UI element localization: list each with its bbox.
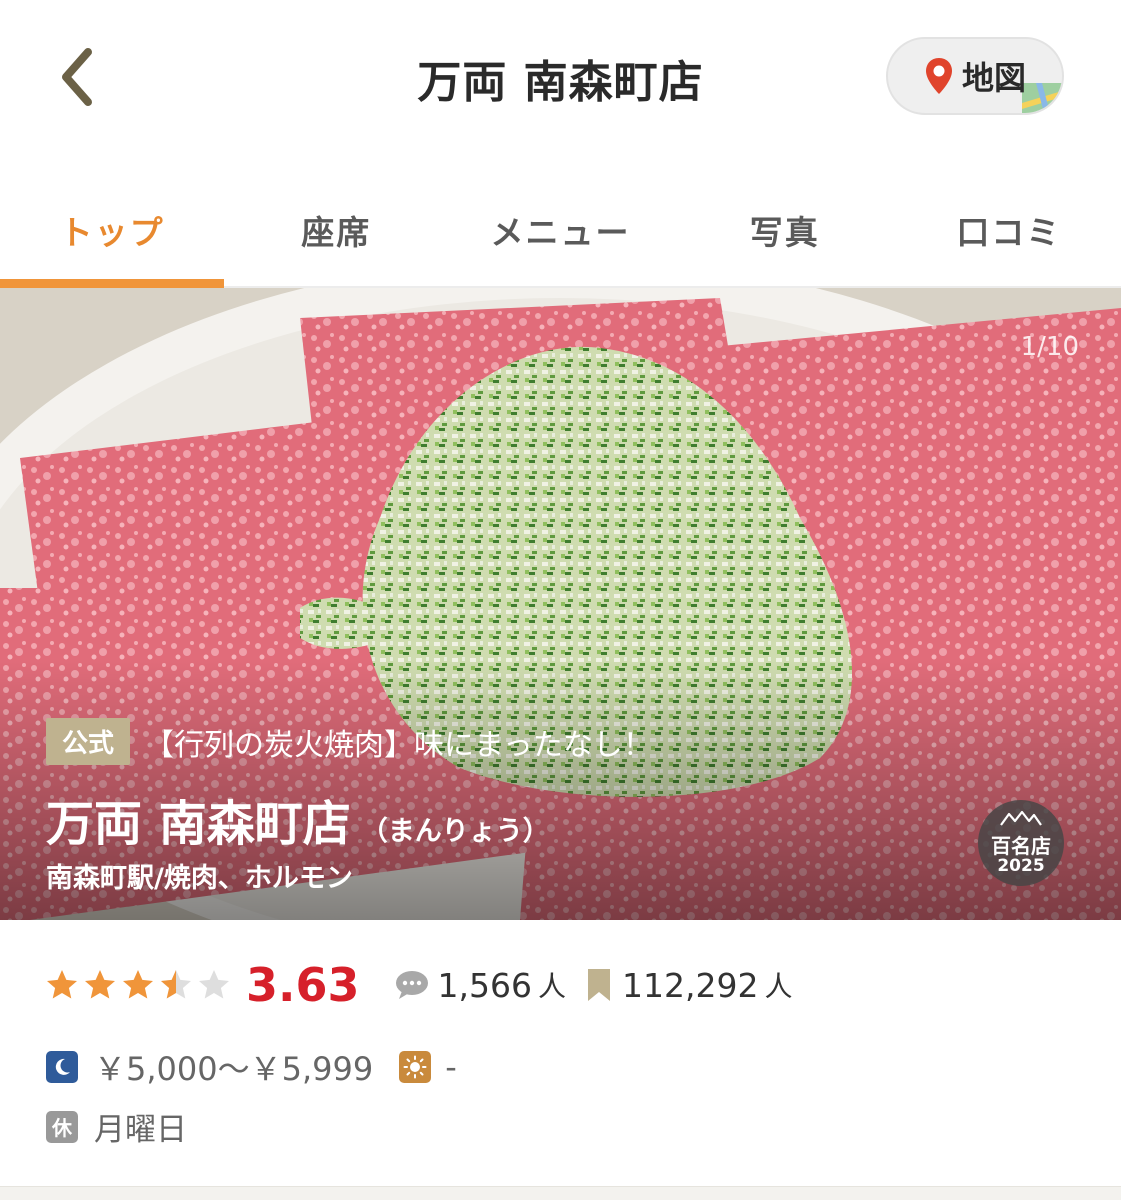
bookmark-count[interactable]: 112,292 人 bbox=[586, 965, 792, 1005]
restaurant-name: 万両 南森町店 （まんりょう） bbox=[46, 784, 550, 854]
sun-icon bbox=[399, 1051, 432, 1083]
restaurant-name-text: 万両 南森町店 bbox=[46, 796, 351, 852]
star-rating bbox=[44, 967, 232, 1003]
map-thumbnail-icon bbox=[1022, 83, 1062, 113]
rating-score: 3.63 bbox=[246, 958, 360, 1012]
tab-reviews[interactable]: 口コミ bbox=[897, 190, 1121, 286]
price-row: ￥5,000～￥5,999 - bbox=[46, 1044, 457, 1090]
hero-tagline: 公式 【行列の炭火焼肉】味にまったなし！ bbox=[46, 718, 653, 765]
review-count-unit: 人 bbox=[537, 970, 566, 1003]
bookmark-count-unit: 人 bbox=[764, 970, 793, 1003]
app-header: 万両 南森町店 地図 bbox=[0, 0, 1121, 160]
map-pin-icon bbox=[925, 58, 952, 94]
star-empty-icon bbox=[199, 970, 229, 999]
tab-photos[interactable]: 写真 bbox=[673, 190, 897, 286]
award-year: 2025 bbox=[997, 856, 1045, 876]
star-half-icon bbox=[161, 970, 191, 999]
map-button[interactable]: 地図 bbox=[886, 37, 1064, 115]
holiday-text: 月曜日 bbox=[94, 1112, 187, 1148]
comment-icon bbox=[395, 971, 428, 999]
lunch-price: - bbox=[445, 1048, 457, 1086]
official-badge: 公式 bbox=[46, 718, 131, 765]
bookmark-icon bbox=[588, 969, 610, 1001]
mountain-icon bbox=[1000, 810, 1042, 826]
hyakumeiten-badge[interactable]: 百名店 2025 bbox=[978, 800, 1064, 886]
tab-top[interactable]: トップ bbox=[0, 190, 225, 288]
hero-photo-carousel[interactable]: 1/10 公式 【行列の炭火焼肉】味にまったなし！ 万両 南森町店 （まんりょう… bbox=[0, 288, 1121, 920]
review-count-value: 1,566 bbox=[437, 965, 532, 1005]
star-icon bbox=[123, 970, 153, 999]
photo-counter: 1/10 bbox=[1020, 332, 1079, 362]
star-icon bbox=[47, 970, 77, 999]
dinner-price: ￥5,000～￥5,999 bbox=[94, 1050, 374, 1088]
tab-seats[interactable]: 座席 bbox=[224, 190, 448, 286]
award-label: 百名店 bbox=[991, 834, 1051, 858]
holiday-icon: 休 bbox=[46, 1110, 78, 1143]
station-genre: 南森町駅/焼肉、ホルモン bbox=[46, 863, 353, 894]
bookmark-count-value: 112,292 bbox=[622, 965, 759, 1005]
section-divider bbox=[0, 1186, 1121, 1200]
review-count[interactable]: 1,566 人 bbox=[394, 965, 566, 1005]
map-button-label: 地図 bbox=[961, 59, 1026, 97]
restaurant-reading: （まんりょう） bbox=[360, 816, 550, 847]
moon-icon bbox=[46, 1051, 78, 1083]
tagline-text: 【行列の炭火焼肉】味にまったなし！ bbox=[144, 727, 653, 763]
rating-row: 3.63 1,566 人 112,292 人 bbox=[44, 958, 792, 1012]
tab-bar: トップ 座席 メニュー 写真 口コミ bbox=[0, 190, 1121, 288]
star-icon bbox=[85, 970, 115, 999]
holiday-row: 休 月曜日 bbox=[46, 1104, 187, 1149]
tab-menu[interactable]: メニュー bbox=[448, 190, 672, 286]
